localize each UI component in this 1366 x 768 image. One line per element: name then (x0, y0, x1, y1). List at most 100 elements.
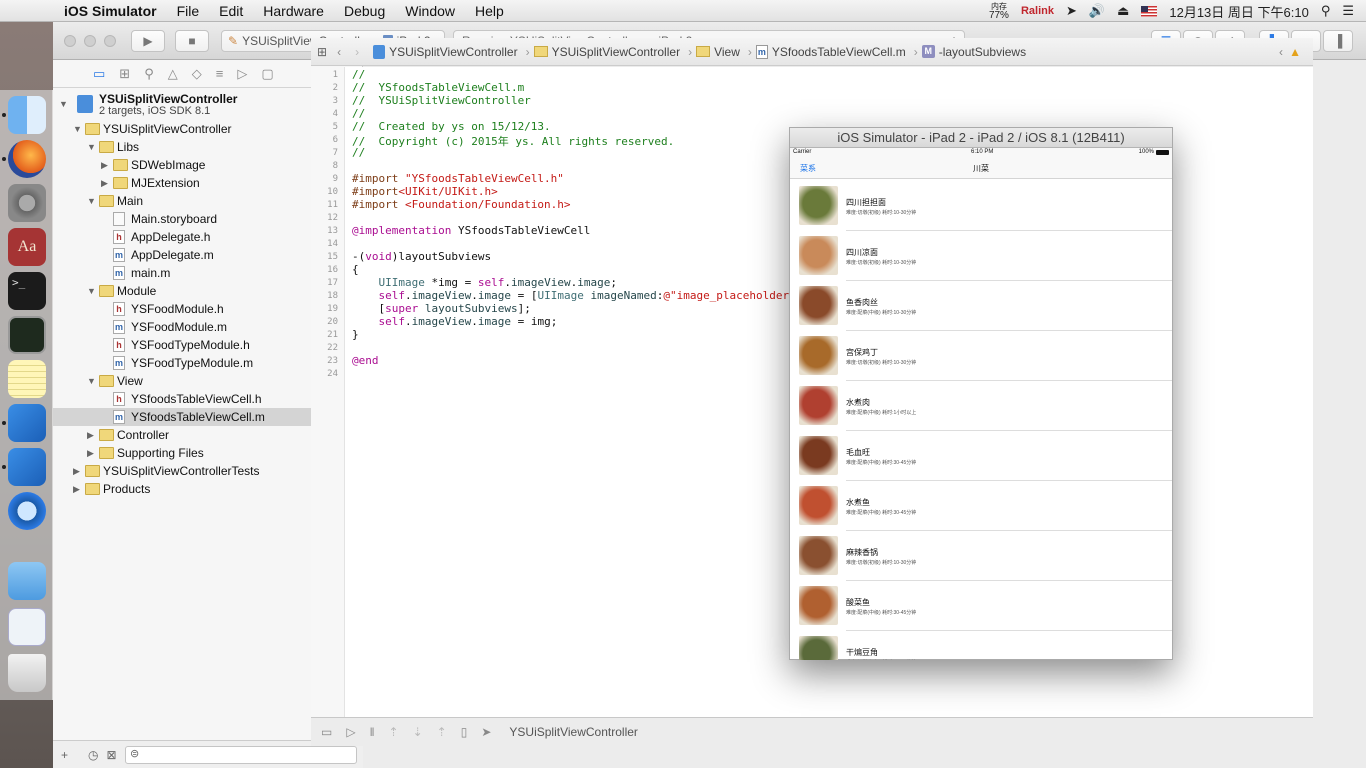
issue-navigator-tab-icon[interactable]: △ (168, 66, 178, 82)
test-navigator-tab-icon[interactable]: ◇ (192, 66, 202, 82)
code-line[interactable]: self.imageView.image = [UIImage imageNam… (352, 289, 810, 302)
menu-help[interactable]: Help (465, 3, 514, 19)
run-button[interactable]: ▶ (131, 30, 165, 52)
debug-navigator-tab-icon[interactable]: ≡ (216, 66, 224, 81)
food-cell[interactable]: 宫保鸡丁 难度:切墩(初级) 耗时:10-30分钟 (790, 331, 1172, 381)
code-line[interactable]: // YSUiSplitViewController (352, 94, 531, 107)
clock[interactable]: 12月13日 周日 下午6:10 (1169, 2, 1308, 21)
source-control-filter-icon[interactable]: ⊠ (107, 748, 117, 762)
symbol-navigator-tab-icon[interactable]: ⊞ (119, 66, 130, 82)
zoom-window-button[interactable] (104, 35, 116, 47)
add-file-icon[interactable]: + (61, 748, 68, 762)
menu-hardware[interactable]: Hardware (253, 3, 334, 19)
notification-center-icon[interactable]: ☰ (1342, 3, 1354, 19)
jump-crumb-view[interactable]: View (696, 45, 740, 59)
navigator-filter-field[interactable]: ⊜ (125, 745, 357, 764)
step-out-icon[interactable]: ⇡ (437, 725, 447, 739)
menu-edit[interactable]: Edit (209, 3, 253, 19)
food-table-view[interactable]: 四川担担面 难度:切墩(初级) 耗时:10-30分钟 四川凉面 难度:切墩(初级) 耗… (790, 181, 1172, 660)
input-source-flag-icon[interactable] (1141, 5, 1158, 17)
code-line[interactable]: } (352, 328, 359, 341)
ralink-icon[interactable]: Ralink (1021, 5, 1054, 17)
simulator-title[interactable]: iOS Simulator - iPad 2 - iPad 2 / iOS 8.… (790, 128, 1172, 148)
line-number-gutter[interactable]: 1 2 3 4 5 6 7 8 9 10 11 12 13 14 15 16 17 18 19 20 21 22 23 24 (311, 67, 345, 717)
breakpoint-navigator-tab-icon[interactable]: ▷ (237, 66, 247, 82)
food-cell[interactable]: 酸菜鱼 难度:配菜(中级) 耗时:30-45分钟 (790, 581, 1172, 631)
disclosure-closed-icon[interactable]: ▶ (101, 178, 108, 189)
eject-icon[interactable]: ⏏ (1117, 3, 1129, 19)
project-navigator-tab-icon[interactable]: ▭ (93, 66, 105, 82)
recent-files-icon[interactable]: ◷ (88, 748, 98, 762)
food-cell[interactable]: 干煸豆角难度:切墩(初级) 耗时:10-30分钟 (790, 631, 1172, 660)
food-cell[interactable]: 四川凉面 难度:切墩(初级) 耗时:10-30分钟 (790, 231, 1172, 281)
food-cell[interactable]: 麻辣香锅 难度:切墩(初级) 耗时:10-30分钟 (790, 531, 1172, 581)
terminal-icon[interactable]: >_ (8, 272, 46, 310)
breakpoints-toggle-icon[interactable]: ▷ (346, 725, 355, 739)
jump-crumb-group[interactable]: YSUiSplitViewController (533, 45, 680, 59)
disclosure-closed-icon[interactable]: ▶ (87, 448, 94, 459)
issue-warning-icon[interactable]: ▲ (1289, 45, 1301, 59)
code-line[interactable]: { (352, 263, 359, 276)
disclosure-closed-icon[interactable]: ▶ (73, 466, 80, 477)
back-arrow-icon[interactable]: ‹ (337, 45, 341, 59)
jump-crumb-method[interactable]: M -layoutSubviews (921, 45, 1026, 59)
system-preferences-icon[interactable] (8, 184, 46, 222)
disclosure-closed-icon[interactable]: ▶ (73, 484, 80, 495)
hide-debug-area-icon[interactable]: ▭ (321, 725, 332, 739)
activity-monitor-icon[interactable] (8, 316, 46, 354)
close-window-button[interactable] (64, 35, 76, 47)
menu-app[interactable]: iOS Simulator (54, 3, 167, 19)
menu-debug[interactable]: Debug (334, 3, 395, 19)
quicktime-icon[interactable] (8, 492, 46, 530)
toggle-utilities-button[interactable]: ▐ (1323, 30, 1353, 52)
disclosure-open-icon[interactable]: ▼ (87, 142, 96, 152)
food-cell[interactable]: 水煮鱼 难度:配菜(中级) 耗时:30-45分钟 (790, 481, 1172, 531)
dictionary-icon[interactable]: Aa (8, 228, 46, 266)
stop-button[interactable]: ■ (175, 30, 209, 52)
code-line[interactable]: // (352, 107, 365, 120)
code-line[interactable]: @end (352, 354, 379, 367)
jump-crumb-file[interactable]: m YSfoodsTableViewCell.m (755, 44, 906, 59)
code-line[interactable]: // YSfoodsTableViewCell.m (352, 81, 524, 94)
disclosure-open-icon[interactable]: ▼ (59, 99, 68, 109)
code-line[interactable]: @implementation YSfoodsTableViewCell (352, 224, 590, 237)
related-items-icon[interactable]: ⊞ (317, 45, 327, 59)
view-debugger-icon[interactable]: ▯ (461, 725, 468, 739)
report-navigator-tab-icon[interactable]: ▢ (261, 66, 273, 82)
code-line[interactable]: // (352, 146, 365, 159)
location-icon[interactable]: ➤ (1066, 3, 1077, 19)
code-line[interactable]: // (352, 68, 365, 81)
code-line[interactable]: // Created by ys on 15/12/13. (352, 120, 551, 133)
finder-icon[interactable] (8, 96, 46, 134)
code-line[interactable]: #import<UIKit/UIKit.h> (352, 185, 498, 198)
jump-crumb-project[interactable]: YSUiSplitViewController (373, 44, 518, 59)
disclosure-open-icon[interactable]: ▼ (87, 286, 96, 296)
disclosure-open-icon[interactable]: ▼ (87, 376, 96, 386)
code-line[interactable]: -(void)layoutSubviews (352, 250, 491, 263)
previous-issue-icon[interactable]: ‹ (1279, 45, 1283, 59)
forward-arrow-icon[interactable]: › (355, 45, 359, 59)
ios-simulator-icon[interactable] (8, 448, 46, 486)
minimize-window-button[interactable] (84, 35, 96, 47)
code-line[interactable]: [super layoutSubviews]; (352, 302, 530, 315)
xcode-icon[interactable] (8, 404, 46, 442)
downloads-folder-icon[interactable] (8, 562, 46, 600)
food-cell[interactable]: 四川担担面 难度:切墩(初级) 耗时:10-30分钟 (790, 181, 1172, 231)
code-line[interactable]: UIImage *img = self.imageView.image; (352, 276, 617, 289)
disclosure-closed-icon[interactable]: ▶ (101, 160, 108, 171)
code-line[interactable]: // Copyright (c) 2015年 ys. All rights re… (352, 133, 674, 149)
pause-icon[interactable]: ‖ (370, 725, 375, 739)
spotlight-icon[interactable]: ⚲ (1321, 3, 1331, 19)
disclosure-open-icon[interactable]: ▼ (87, 196, 96, 206)
menu-file[interactable]: File (167, 3, 210, 19)
food-cell[interactable]: 鱼香肉丝 难度:配菜(中级) 耗时:10-30分钟 (790, 281, 1172, 331)
volume-icon[interactable]: 🔊 (1089, 3, 1105, 19)
menu-window[interactable]: Window (395, 3, 465, 19)
food-cell[interactable]: 毛血旺 难度:配菜(中级) 耗时:30-45分钟 (790, 431, 1172, 481)
disclosure-closed-icon[interactable]: ▶ (87, 430, 94, 441)
step-over-icon[interactable]: ⇡ (389, 725, 399, 739)
step-into-icon[interactable]: ⇣ (413, 725, 423, 739)
trash-icon[interactable] (8, 654, 46, 692)
recent-documents-icon[interactable] (8, 608, 46, 646)
find-navigator-tab-icon[interactable]: ⚲ (144, 66, 154, 82)
